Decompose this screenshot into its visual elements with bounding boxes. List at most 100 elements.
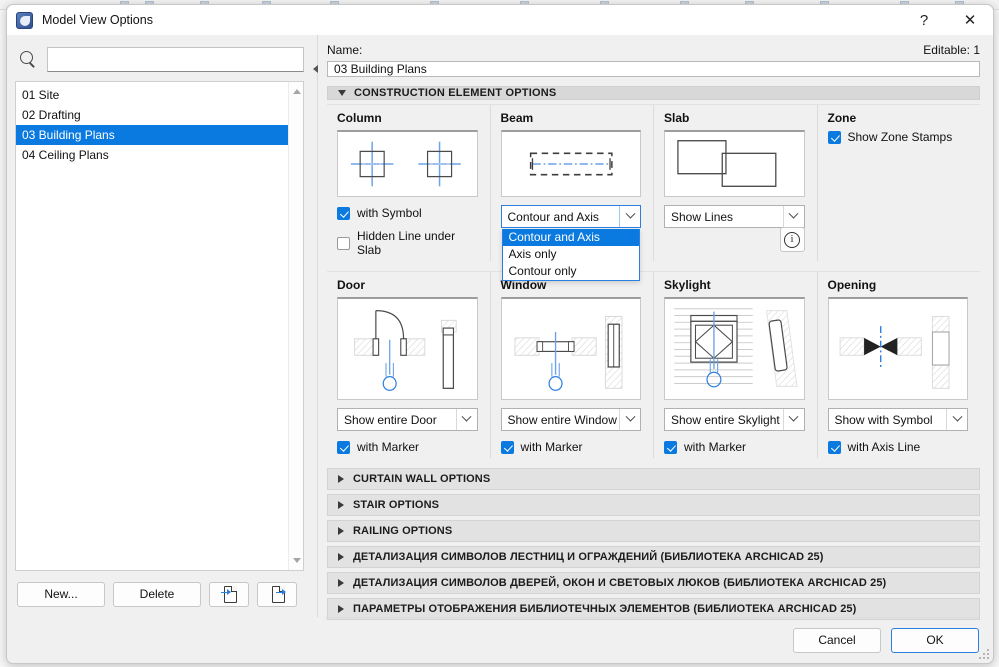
chevron-right-icon xyxy=(338,553,344,561)
door-group: Door Show entire Door with Marker xyxy=(327,272,491,458)
column-group: Column with Symbol Hidden Line under Sla… xyxy=(327,105,491,261)
door-with-marker-row[interactable]: with Marker xyxy=(337,440,478,454)
opening-with-axis-line-checkbox[interactable] xyxy=(827,440,841,454)
name-input[interactable] xyxy=(327,61,980,77)
skylight-group-title: Skylight xyxy=(664,278,711,292)
section-header-stair-railing-symbol-detail[interactable]: ДЕТАЛИЗАЦИЯ СИМВОЛОВ ЛЕСТНИЦ И ОГРАЖДЕНИ… xyxy=(327,546,980,568)
section-header-stair-options[interactable]: STAIR OPTIONS xyxy=(327,494,980,516)
close-button[interactable]: ✕ xyxy=(947,5,993,35)
search-icon xyxy=(19,50,38,69)
door-display-combo[interactable]: Show entire Door xyxy=(337,408,478,431)
window-with-marker-row[interactable]: with Marker xyxy=(500,440,642,454)
window-preview xyxy=(500,297,641,400)
column-with-symbol-row[interactable]: with Symbol xyxy=(337,206,478,220)
zone-show-stamps-label: Show Zone Stamps xyxy=(847,130,953,144)
column-with-symbol-label: with Symbol xyxy=(357,206,422,220)
ok-button[interactable]: OK xyxy=(891,627,979,653)
import-button[interactable] xyxy=(209,581,249,607)
skylight-with-marker-label: with Marker xyxy=(684,440,747,454)
dropdown-option[interactable]: Contour only xyxy=(503,263,640,280)
options-grid-row-1: Column with Symbol Hidden Line under Sla… xyxy=(327,104,981,281)
scroll-down-icon[interactable] xyxy=(289,553,303,568)
column-hidden-line-checkbox[interactable] xyxy=(337,236,350,250)
chevron-down-icon[interactable] xyxy=(782,409,804,430)
help-button[interactable]: ? xyxy=(901,5,947,35)
skylight-preview xyxy=(664,297,805,400)
skylight-with-marker-checkbox[interactable] xyxy=(664,440,677,454)
list-item[interactable]: 01 Site xyxy=(16,85,288,105)
chevron-down-icon[interactable] xyxy=(946,409,967,430)
dropdown-option[interactable]: Contour and Axis xyxy=(502,229,639,246)
zone-group: Zone Show Zone Stamps xyxy=(818,105,981,261)
opening-group: Opening Show with Symbol with Axis Line xyxy=(818,272,981,458)
column-preview xyxy=(337,130,478,197)
dropdown-option[interactable]: Axis only xyxy=(503,246,640,263)
opening-display-combo[interactable]: Show with Symbol xyxy=(827,408,968,431)
door-with-marker-checkbox[interactable] xyxy=(337,440,350,454)
chevron-down-icon[interactable] xyxy=(455,409,477,430)
skylight-display-combo[interactable]: Show entire Skylight xyxy=(664,408,805,431)
panel-splitter[interactable] xyxy=(312,35,322,617)
section-header-curtain-wall-options[interactable]: CURTAIN WALL OPTIONS xyxy=(327,468,980,490)
scroll-up-icon[interactable] xyxy=(289,84,303,99)
collapsed-sections: CURTAIN WALL OPTIONS STAIR OPTIONS RAILI… xyxy=(327,468,980,624)
list-item[interactable]: 03 Building Plans xyxy=(16,125,288,145)
opening-with-axis-line-row[interactable]: with Axis Line xyxy=(827,440,969,454)
section-header-door-window-skylight-symbol-detail[interactable]: ДЕТАЛИЗАЦИЯ СИМВОЛОВ ДВЕРЕЙ, ОКОН И СВЕТ… xyxy=(327,572,980,594)
chevron-right-icon xyxy=(338,579,344,587)
section-header-label: ПАРАМЕТРЫ ОТОБРАЖЕНИЯ БИБЛИОТЕЧНЫХ ЭЛЕМЕ… xyxy=(353,603,857,615)
export-button[interactable] xyxy=(257,581,297,607)
door-with-marker-label: with Marker xyxy=(357,440,420,454)
chevron-right-icon xyxy=(338,605,344,613)
import-document-icon xyxy=(221,585,237,603)
dialog-title: Model View Options xyxy=(42,13,153,27)
slab-display-combo[interactable]: Show Lines xyxy=(664,205,805,228)
door-group-title: Door xyxy=(337,278,365,292)
section-header-label: ДЕТАЛИЗАЦИЯ СИМВОЛОВ ДВЕРЕЙ, ОКОН И СВЕТ… xyxy=(353,577,887,589)
chevron-down-icon[interactable] xyxy=(619,206,640,227)
beam-preview xyxy=(500,130,641,197)
skylight-group: Skylight Show entire Skylight with Marke… xyxy=(654,272,818,458)
list-item[interactable]: 04 Ceiling Plans xyxy=(16,145,288,165)
section-header-label: ДЕТАЛИЗАЦИЯ СИМВОЛОВ ЛЕСТНИЦ И ОГРАЖДЕНИ… xyxy=(353,551,824,563)
beam-display-combo[interactable]: Contour and Axis Contour and Axis Axis o… xyxy=(500,205,641,281)
dialog-titlebar: Model View Options ? ✕ xyxy=(7,5,993,35)
resize-grip[interactable] xyxy=(979,649,989,659)
dialog-footer: Cancel OK xyxy=(7,617,993,663)
new-button[interactable]: New... xyxy=(17,581,105,607)
section-header-construction-element-options[interactable]: CONSTRUCTION ELEMENT OPTIONS xyxy=(327,86,980,100)
cancel-button[interactable]: Cancel xyxy=(793,627,881,653)
slab-preview xyxy=(664,130,805,197)
zone-show-stamps-checkbox[interactable] xyxy=(827,130,841,144)
combination-list-panel: 01 Site 02 Drafting 03 Building Plans 04… xyxy=(7,35,312,617)
chevron-right-icon xyxy=(338,527,344,535)
section-header-railing-options[interactable]: RAILING OPTIONS xyxy=(327,520,980,542)
archicad-app-icon xyxy=(16,11,33,29)
slab-info-button[interactable]: i xyxy=(779,227,805,252)
delete-button[interactable]: Delete xyxy=(113,581,201,607)
combination-list[interactable]: 01 Site 02 Drafting 03 Building Plans 04… xyxy=(15,81,304,571)
column-hidden-line-row[interactable]: Hidden Line under Slab xyxy=(337,229,478,257)
column-with-symbol-checkbox[interactable] xyxy=(337,206,350,220)
collapse-panel-icon[interactable] xyxy=(313,65,318,73)
list-item[interactable]: 02 Drafting xyxy=(16,105,288,125)
door-combo-value: Show entire Door xyxy=(344,412,437,427)
export-document-icon xyxy=(269,585,286,603)
skylight-with-marker-row[interactable]: with Marker xyxy=(664,440,805,454)
dialog-body: 01 Site 02 Drafting 03 Building Plans 04… xyxy=(7,35,993,620)
section-header-label: RAILING OPTIONS xyxy=(353,525,453,537)
chevron-down-icon[interactable] xyxy=(782,206,804,227)
zone-show-stamps-row[interactable]: Show Zone Stamps xyxy=(827,130,969,144)
window-buttons: ? ✕ xyxy=(901,5,993,35)
search-input[interactable] xyxy=(47,47,304,72)
opening-group-title: Opening xyxy=(827,278,877,292)
window-display-combo[interactable]: Show entire Window xyxy=(500,408,641,431)
beam-display-dropdown[interactable]: Contour and Axis Axis only Contour only xyxy=(501,229,640,281)
list-scrollbar[interactable] xyxy=(288,82,303,570)
list-action-buttons: New... Delete xyxy=(15,571,304,617)
chevron-down-icon[interactable] xyxy=(619,409,640,430)
beam-group-title: Beam xyxy=(500,111,534,125)
column-hidden-line-label: Hidden Line under Slab xyxy=(357,229,456,257)
beam-group: Beam Contour and Axis Contour and Axis A… xyxy=(491,105,654,281)
window-with-marker-checkbox[interactable] xyxy=(500,440,514,454)
